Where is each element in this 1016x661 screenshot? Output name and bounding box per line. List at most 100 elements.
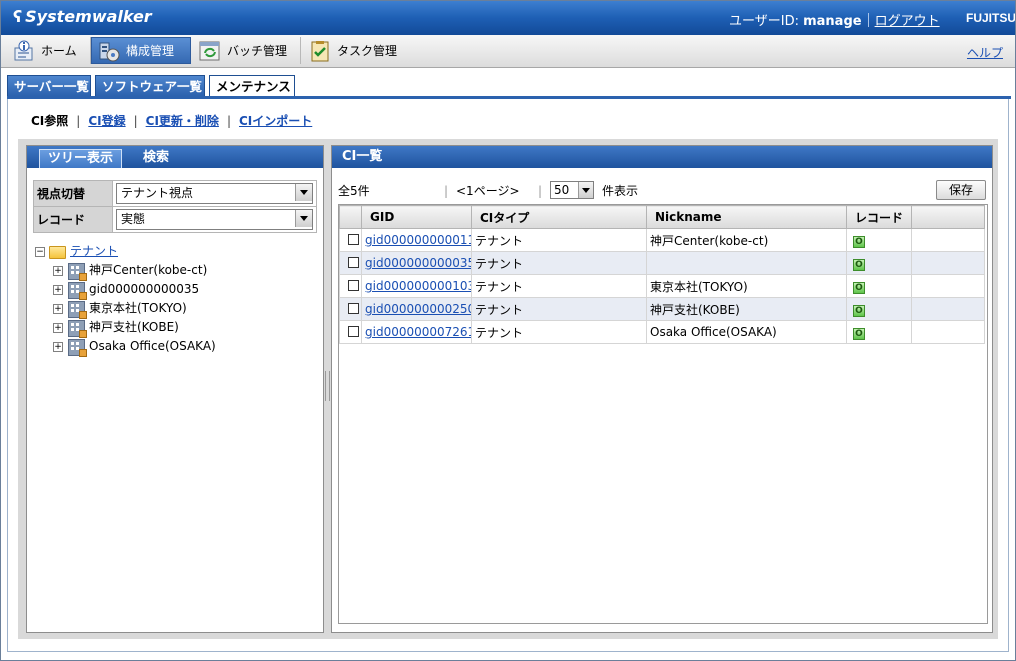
user-info: ユーザーID: manage ログアウト [729,13,940,29]
ci-list-panel: CI一覧 全5件 | <1ページ> | 50 件表示 保存 GID CIタイプ … [331,145,993,633]
nickname-cell: Osaka Office(OSAKA) [646,320,847,344]
gid-link[interactable]: gid000000000035 [365,256,471,270]
expand-icon[interactable]: + [53,323,63,333]
expand-icon[interactable]: + [53,266,63,276]
record-ok-icon: O [853,281,865,294]
tab-search[interactable]: 検索 [135,149,177,168]
tree-node-label[interactable]: 神戸支社(KOBE) [89,318,179,337]
nickname-cell: 神戸支社(KOBE) [646,297,847,321]
tree-panel-header: ツリー表示 検索 [27,146,323,168]
ci-type-cell: テナント [471,297,647,321]
total-count: 全5件 [338,184,370,198]
ci-list-title: CI一覧 [332,146,992,168]
column-filler [911,205,985,229]
chevron-down-icon[interactable] [295,210,312,227]
ci-type-cell: テナント [471,251,647,275]
row-checkbox[interactable] [348,303,359,314]
column-record[interactable]: レコード [846,205,912,229]
home-info-icon [14,40,33,60]
expand-icon[interactable]: + [53,304,63,314]
tab-maintenance[interactable]: メンテナンス [209,75,295,98]
collapse-icon[interactable]: − [35,247,45,257]
record-ok-icon: O [853,304,865,317]
chevron-down-icon[interactable] [295,184,312,201]
tenant-building-icon [68,320,87,338]
view-options: 視点切替 テナント視点 レコード 実態 [33,180,317,233]
ci-type-cell: テナント [471,320,647,344]
record-ok-icon: O [853,327,865,340]
fujitsu-logo: FUJITSU [966,11,1016,25]
record-ok-icon: O [853,258,865,271]
record-ok-icon: O [853,235,865,248]
menu-config-management[interactable]: 構成管理 [91,37,191,64]
tenant-building-icon [68,263,87,281]
help-link[interactable]: ヘルプ [967,44,1003,61]
row-checkbox[interactable] [348,257,359,268]
panel-splitter-handle[interactable] [325,371,330,401]
gid-link[interactable]: gid000000000250 [365,302,471,316]
row-checkbox[interactable] [348,234,359,245]
top-header: ʕ Systemwalker ユーザーID: manage ログアウト FUJITS… [1,1,1015,35]
tree-node-label[interactable]: 東京本社(TOKYO) [89,299,187,318]
viewpoint-label: 視点切替 [33,180,113,207]
per-page-suffix: 件表示 [602,184,639,198]
column-gid[interactable]: GID [361,205,472,229]
tree-node-label[interactable]: gid000000000035 [89,280,199,299]
logout-link[interactable]: ログアウト [875,14,940,29]
chevron-down-icon[interactable] [578,182,593,198]
table-row: gid000000000035 テナント O [339,251,985,275]
tenant-building-icon [68,339,87,357]
nickname-cell [646,251,847,275]
menu-home[interactable]: ホーム [7,37,91,64]
gid-link[interactable]: gid000000000103 [365,279,471,293]
systemwalker-logo: ʕ Systemwalker [13,7,152,26]
record-select[interactable]: 実態 [116,209,313,230]
table-row: gid000000000250 テナント 神戸支社(KOBE) O [339,297,985,321]
nickname-cell: 東京本社(TOKYO) [646,274,847,298]
gid-link[interactable]: gid000000007261 [365,325,471,339]
tab-tree-view[interactable]: ツリー表示 [39,149,123,168]
table-row: gid000000000103 テナント 東京本社(TOKYO) O [339,274,985,298]
column-nickname[interactable]: Nickname [646,205,847,229]
column-ci-type[interactable]: CIタイプ [471,205,647,229]
batch-icon [199,41,220,60]
tree-panel: ツリー表示 検索 視点切替 テナント視点 レコード 実態 − テナント + 神戸… [26,145,324,633]
logo-mark-icon: ʕ [13,7,23,26]
tree-node-tenant[interactable]: テナント [70,242,118,261]
per-page-select[interactable]: 50 [550,181,594,199]
column-checkbox [339,205,362,229]
task-checklist-icon [311,40,329,61]
ci-type-cell: テナント [471,274,647,298]
nickname-cell: 神戸Center(kobe-ct) [646,228,847,252]
tab-software-list[interactable]: ソフトウェア一覧 [95,75,205,96]
page-indicator: <1ページ> [456,184,520,198]
viewpoint-select[interactable]: テナント視点 [116,183,313,204]
tab-server-list[interactable]: サーバー一覧 [7,75,91,96]
sublink-ci-update-delete[interactable]: CI更新・削除 [146,114,219,128]
folder-icon [49,246,66,259]
sublink-ci-view: CI参照 [31,114,69,128]
save-button[interactable]: 保存 [936,180,986,200]
main-menu: ホーム 構成管理 バッチ管理 タスク管理 ヘルプ [1,35,1015,68]
expand-icon[interactable]: + [53,342,63,352]
record-label: レコード [33,206,113,233]
sublink-ci-import[interactable]: CIインポート [239,114,312,128]
tenant-building-icon [68,301,87,319]
ci-table-container: GID CIタイプ Nickname レコード gid000000000011 … [338,204,988,624]
tree-node-label[interactable]: 神戸Center(kobe-ct) [89,261,207,280]
gid-link[interactable]: gid000000000011 [365,233,471,247]
tenant-building-icon [68,282,87,300]
tree-node-label[interactable]: Osaka Office(OSAKA) [89,337,216,356]
row-checkbox[interactable] [348,326,359,337]
row-checkbox[interactable] [348,280,359,291]
ci-type-cell: テナント [471,228,647,252]
table-row: gid000000007261 テナント Osaka Office(OSAKA)… [339,320,985,344]
app-window: ʕ Systemwalker ユーザーID: manage ログアウト FUJITS… [0,0,1016,661]
pager-bar: 全5件 | <1ページ> | 50 件表示 保存 [338,180,988,201]
expand-icon[interactable]: + [53,285,63,295]
config-management-icon [99,42,120,61]
sublink-ci-register[interactable]: CI登録 [88,114,125,128]
menu-task-management[interactable]: タスク管理 [303,37,409,64]
table-row: gid000000000011 テナント 神戸Center(kobe-ct) O [339,228,985,252]
menu-batch-management[interactable]: バッチ管理 [193,37,301,64]
